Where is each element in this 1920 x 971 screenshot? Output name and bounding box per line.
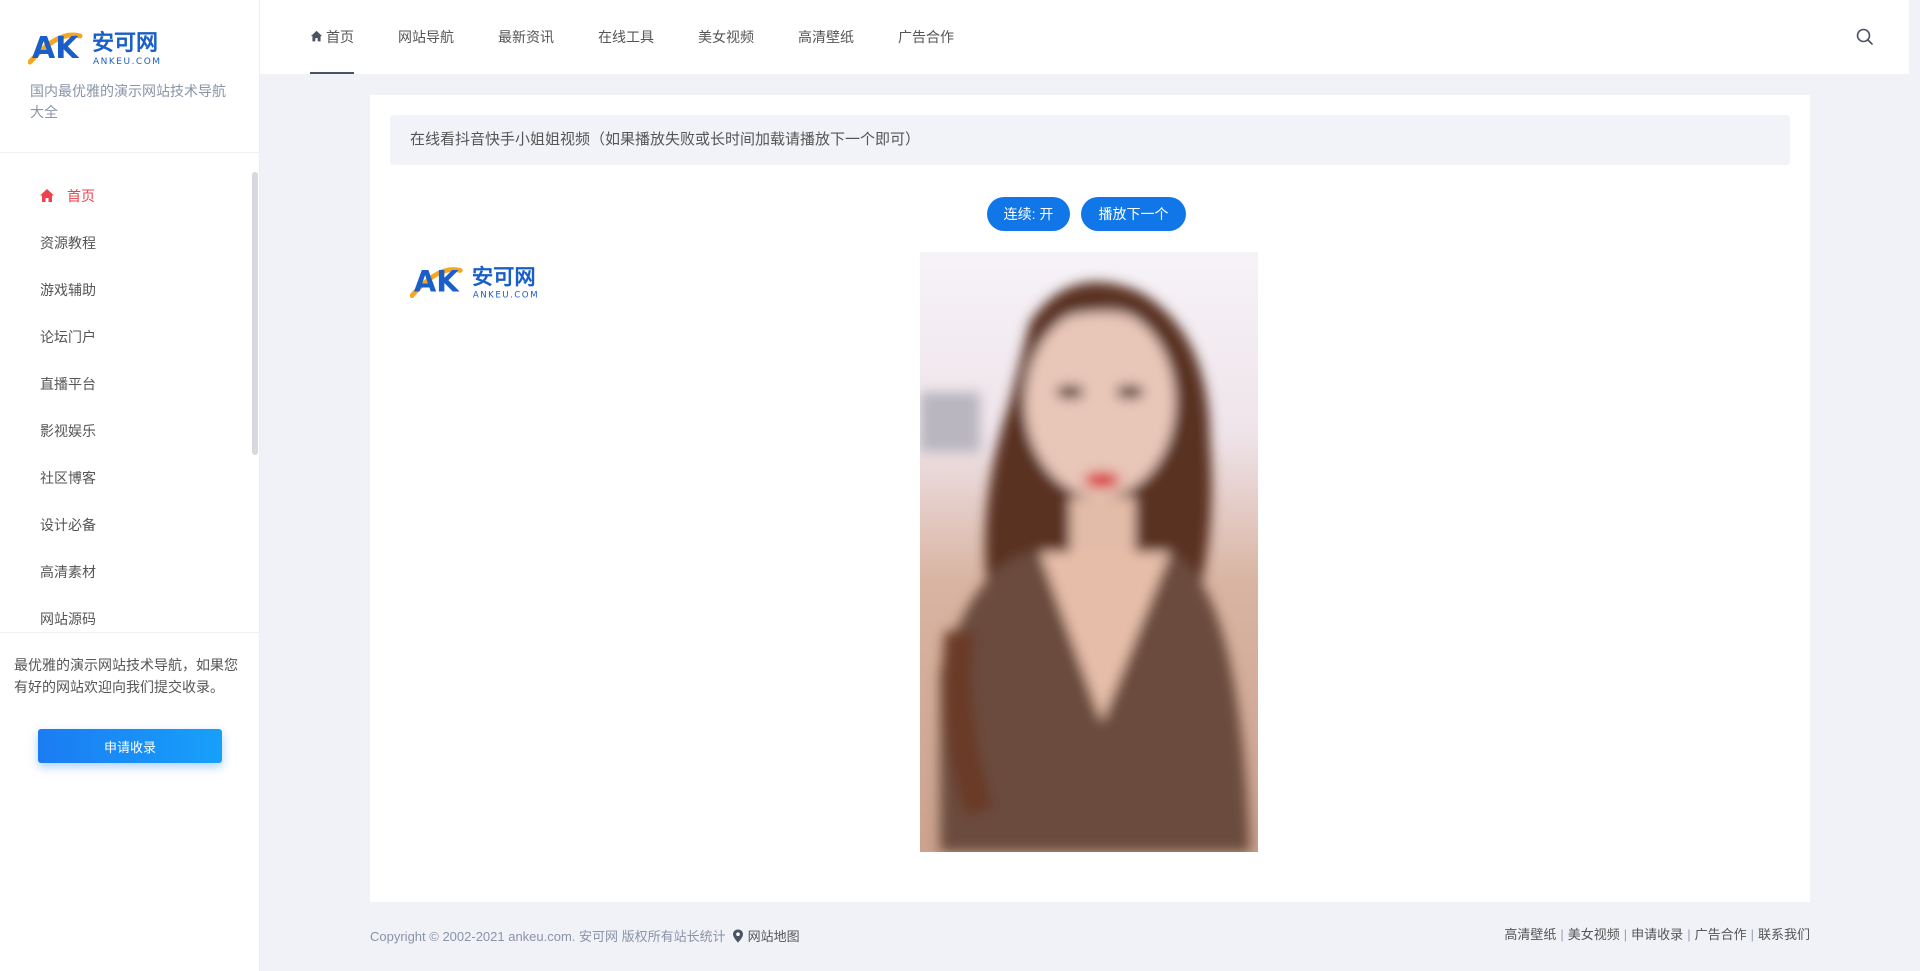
tab-label: 网站导航 [398, 29, 454, 45]
separator: | [1750, 927, 1754, 942]
sidebar-item-label: 资源教程 [40, 234, 96, 251]
tab-home[interactable]: 首页 [310, 0, 354, 74]
svg-text:安可网: 安可网 [472, 264, 536, 290]
footer-link-apply[interactable]: 申请收录 [1631, 927, 1683, 942]
tab-wallpapers[interactable]: 高清壁纸 [798, 0, 854, 74]
top-nav: 首页 网站导航 最新资讯 在线工具 美女视频 高清壁纸 广告合作 [310, 0, 998, 74]
tab-site-nav[interactable]: 网站导航 [398, 0, 454, 74]
sidebar: AK 安可网 ANKEU.COM 国内最优雅的演示网站技术导航大全 首页 资源教… [0, 0, 260, 971]
footer-link-wallpapers[interactable]: 高清壁纸 [1504, 927, 1556, 942]
svg-text:安可网: 安可网 [92, 30, 158, 56]
sitemap-link[interactable]: 网站地图 [732, 926, 800, 945]
video-frame [920, 252, 1258, 852]
logo-mark-icon: AK 安可网 ANKEU.COM [27, 30, 162, 67]
sitemap-label: 网站地图 [747, 929, 800, 944]
sidebar-item-resources[interactable]: 资源教程 [0, 219, 250, 266]
tab-videos[interactable]: 美女视频 [698, 0, 754, 74]
logo-mark-icon: AK 安可网 ANKEU.COM [409, 264, 539, 300]
divider [0, 632, 260, 633]
home-icon [310, 30, 323, 42]
sidebar-item-label: 首页 [67, 187, 95, 204]
tab-news[interactable]: 最新资讯 [498, 0, 554, 74]
continuous-toggle-button[interactable]: 连续: 开 [987, 197, 1070, 231]
footer-links: 高清壁纸 | 美女视频 | 申请收录 | 广告合作 | 联系我们 [1504, 924, 1810, 943]
watermark-logo: AK 安可网 ANKEU.COM [409, 260, 555, 304]
separator: | [1560, 927, 1564, 942]
sidebar-item-live[interactable]: 直播平台 [0, 360, 250, 407]
sidebar-item-label: 高清素材 [40, 563, 96, 580]
tab-label: 在线工具 [598, 29, 654, 45]
sidebar-item-entertainment[interactable]: 影视娱乐 [0, 407, 250, 454]
sidebar-item-label: 论坛门户 [40, 328, 96, 345]
sidebar-item-label: 游戏辅助 [40, 281, 96, 298]
sidebar-nav: 首页 资源教程 游戏辅助 论坛门户 直播平台 影视娱乐 社区博客 设计必备 高清… [0, 172, 250, 642]
video-player[interactable] [920, 252, 1258, 852]
tab-tools[interactable]: 在线工具 [598, 0, 654, 74]
video-card: 在线看抖音快手小姐姐视频（如果播放失败或长时间加载请播放下一个即可） 连续: 开… [370, 95, 1810, 902]
footer-link-videos[interactable]: 美女视频 [1568, 927, 1620, 942]
top-bar: 首页 网站导航 最新资讯 在线工具 美女视频 高清壁纸 广告合作 [260, 0, 1909, 74]
svg-text:ANKEU.COM: ANKEU.COM [473, 290, 539, 300]
sidebar-item-source-code[interactable]: 网站源码 [0, 595, 250, 642]
tab-ads[interactable]: 广告合作 [898, 0, 954, 74]
footer-link-ads[interactable]: 广告合作 [1695, 927, 1747, 942]
submit-note: 最优雅的演示网站技术导航，如果您有好的网站欢迎向我们提交收录。 [14, 657, 238, 695]
apply-listing-button[interactable]: 申请收录 [38, 729, 222, 763]
home-icon [40, 188, 54, 202]
sidebar-scrollbar[interactable] [252, 172, 258, 455]
sidebar-item-label: 直播平台 [40, 375, 96, 392]
tab-label: 首页 [326, 29, 354, 45]
copyright-text: Copyright © 2002-2021 ankeu.com. 安可网 版权所… [370, 929, 726, 944]
separator: | [1687, 927, 1691, 942]
divider [0, 152, 260, 153]
svg-text:ANKEU.COM: ANKEU.COM [93, 57, 162, 67]
sidebar-item-home[interactable]: 首页 [0, 172, 250, 219]
sidebar-item-label: 社区博客 [40, 469, 96, 486]
tab-label: 广告合作 [898, 29, 954, 45]
sidebar-item-design[interactable]: 设计必备 [0, 501, 250, 548]
sidebar-item-materials[interactable]: 高清素材 [0, 548, 250, 595]
separator: | [1623, 927, 1628, 942]
sidebar-item-label: 影视娱乐 [40, 422, 96, 439]
footer-link-contact[interactable]: 联系我们 [1758, 927, 1810, 942]
play-next-button[interactable]: 播放下一个 [1081, 197, 1186, 231]
search-icon[interactable] [1855, 27, 1875, 47]
svg-text:AK: AK [32, 31, 80, 66]
map-pin-icon [732, 929, 743, 942]
sidebar-item-label: 设计必备 [40, 516, 96, 533]
sidebar-item-label: 网站源码 [40, 610, 96, 627]
site-tagline: 国内最优雅的演示网站技术导航大全 [30, 83, 226, 120]
sidebar-item-forums[interactable]: 论坛门户 [0, 313, 250, 360]
svg-text:AK: AK [414, 265, 460, 299]
tab-label: 最新资讯 [498, 29, 554, 45]
footer-copyright: Copyright © 2002-2021 ankeu.com. 安可网 版权所… [370, 926, 800, 945]
site-logo[interactable]: AK 安可网 ANKEU.COM [27, 26, 178, 70]
tab-label: 高清壁纸 [798, 29, 854, 45]
tab-label: 美女视频 [698, 29, 754, 45]
notice-banner: 在线看抖音快手小姐姐视频（如果播放失败或长时间加载请播放下一个即可） [390, 115, 1790, 165]
sidebar-item-game-aids[interactable]: 游戏辅助 [0, 266, 250, 313]
sidebar-item-community[interactable]: 社区博客 [0, 454, 250, 501]
